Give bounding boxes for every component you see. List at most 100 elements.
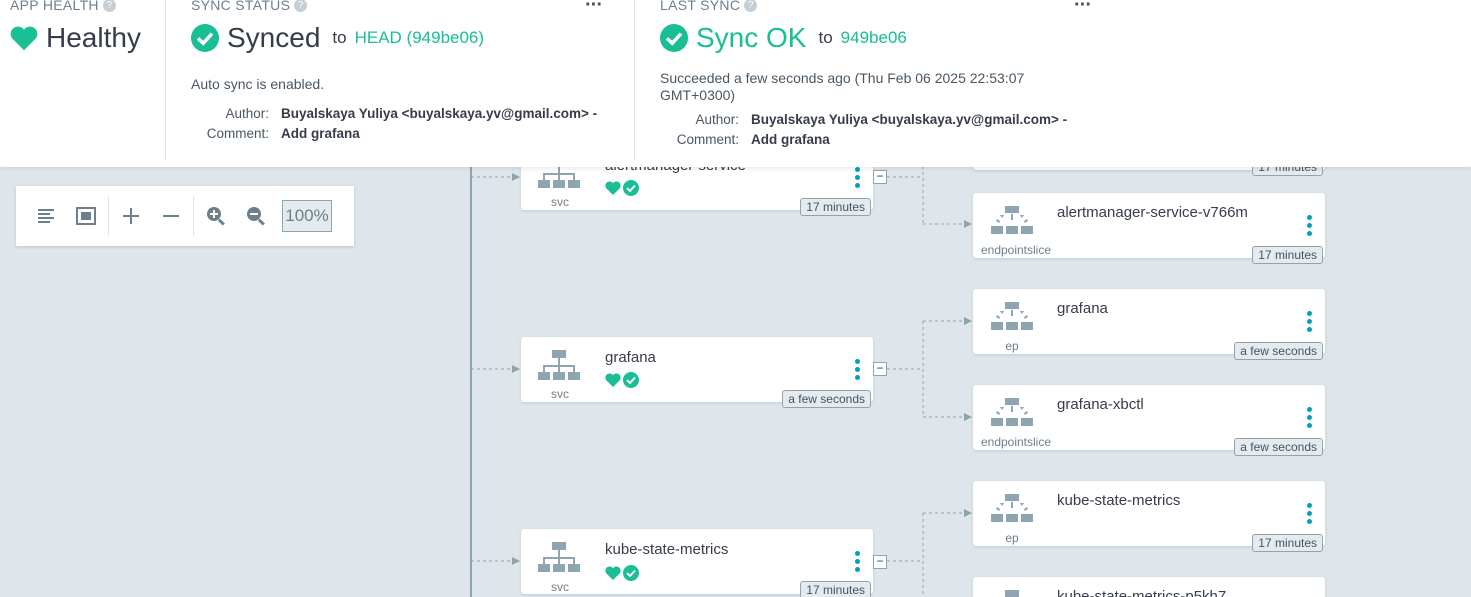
to-label: to <box>818 28 833 47</box>
graph-toolbar: 100% <box>16 186 354 246</box>
help-icon[interactable]: ? <box>294 0 308 12</box>
endpointslice-icon <box>991 206 1033 234</box>
last-sync-status: Sync OK to 949be06 <box>660 22 907 54</box>
status-icons <box>605 372 639 388</box>
sync-result-line1: Succeeded a few seconds ago (Thu Feb 06 … <box>660 70 1025 86</box>
last-sync-menu-button[interactable]: ··· <box>1074 0 1092 17</box>
align-left-icon <box>38 209 54 223</box>
help-icon[interactable]: ? <box>102 0 116 12</box>
resource-name: grafana <box>605 349 656 366</box>
divider <box>165 0 166 160</box>
healthy-heart-icon <box>605 566 621 580</box>
node-menu-button[interactable] <box>1307 407 1313 431</box>
health-status: Healthy <box>10 22 141 54</box>
section-title-text: LAST SYNC <box>660 0 741 13</box>
healthy-heart-icon <box>605 373 621 387</box>
divider <box>634 0 635 160</box>
child-node-grafana-endpointslice[interactable]: endpointslice grafana-xbctl a few second… <box>973 385 1325 456</box>
endpointslice-icon <box>1005 590 1019 597</box>
collapse-button[interactable]: − <box>873 362 887 376</box>
age-badge: a few seconds <box>782 390 871 408</box>
child-node-grafana-ep[interactable]: ep grafana a few seconds <box>973 289 1325 360</box>
help-icon[interactable]: ? <box>744 0 758 12</box>
sync-status: Synced to HEAD (949be06) <box>191 22 484 54</box>
node-menu-button[interactable] <box>1307 503 1313 527</box>
last-sync-title: LAST SYNC ? <box>660 0 758 13</box>
healthy-heart-icon <box>10 26 38 51</box>
author-value: Buyalskaya Yuliya <buyalskaya.yv@gmail.c… <box>281 106 598 121</box>
zoom-out-button[interactable] <box>236 196 276 236</box>
app-health-section: APP HEALTH ? Healthy <box>10 0 165 160</box>
align-left-button[interactable] <box>26 196 66 236</box>
sync-status-section: SYNC STATUS ? ··· Synced to HEAD (949be0… <box>191 0 631 160</box>
fit-screen-icon <box>76 207 96 225</box>
synced-check-icon <box>191 24 219 52</box>
toolbar-divider <box>108 196 109 236</box>
node-menu-button[interactable] <box>855 167 861 191</box>
node-menu-button[interactable] <box>1307 311 1313 335</box>
age-badge: 17 minutes <box>1252 534 1323 552</box>
child-node-alertmanager-endpointslice[interactable]: endpointslice alertmanager-service-v766m… <box>973 193 1325 264</box>
resource-name: alertmanager-service-v766m <box>1057 204 1248 221</box>
age-badge: 17 minutes <box>800 198 871 216</box>
expand-button[interactable] <box>111 196 151 236</box>
endpointslice-icon <box>991 398 1033 426</box>
zoom-out-icon <box>247 207 265 226</box>
node-menu-button[interactable] <box>1307 215 1313 239</box>
status-icons <box>605 565 639 581</box>
endpoints-icon <box>991 302 1033 330</box>
revision-link[interactable]: HEAD (949be06) <box>355 28 484 48</box>
resource-name: kube-state-metrics-p5kh7 <box>1057 588 1227 597</box>
resource-name: grafana-xbctl <box>1057 396 1144 413</box>
toolbar-divider <box>193 196 194 236</box>
endpoints-icon <box>991 494 1033 522</box>
section-title-text: APP HEALTH <box>10 0 99 13</box>
kind-label: endpointslice <box>980 435 1052 449</box>
success-check-icon <box>660 24 688 52</box>
author-value: Buyalskaya Yuliya <buyalskaya.yv@gmail.c… <box>751 112 1068 127</box>
to-label: to <box>332 28 347 47</box>
revision-link[interactable]: 949be06 <box>841 28 907 48</box>
sync-status-menu-button[interactable]: ··· <box>585 0 603 17</box>
app-status-panel: APP HEALTH ? Healthy SYNC STATUS ? ··· S… <box>0 0 1471 167</box>
kind-label: ep <box>1005 531 1019 545</box>
last-sync-section: LAST SYNC ? ··· Sync OK to 949be06 Succe… <box>660 0 1100 160</box>
age-badge: a few seconds <box>1234 342 1323 360</box>
status-icons <box>605 180 639 196</box>
zoom-level-display: 100% <box>282 200 332 232</box>
collapse-button[interactable]: − <box>873 170 887 184</box>
plus-icon <box>123 208 139 224</box>
resource-name: kube-state-metrics <box>1057 492 1181 509</box>
sync-status-title: SYNC STATUS ? <box>191 0 308 13</box>
comment-value: Add grafana <box>751 132 830 147</box>
author-row: Author: Buyalskaya Yuliya <buyalskaya.yv… <box>189 106 597 121</box>
age-badge: 17 minutes <box>1252 246 1323 264</box>
zoom-in-icon <box>207 207 225 226</box>
synced-check-icon <box>623 180 639 196</box>
last-sync-status-text: Sync OK <box>696 22 807 53</box>
section-title-text: SYNC STATUS <box>191 0 291 13</box>
service-node-grafana[interactable]: svc grafana a few seconds <box>521 337 873 408</box>
service-icon <box>538 542 580 572</box>
sync-status-text: Synced <box>227 22 321 53</box>
child-node-kube-state-metrics-ep[interactable]: ep kube-state-metrics 17 minutes <box>973 481 1325 552</box>
collapse-button[interactable]: − <box>873 555 887 569</box>
zoom-in-button[interactable] <box>196 196 236 236</box>
service-node-kube-state-metrics[interactable]: svc kube-state-metrics 17 minutes <box>521 529 873 597</box>
fit-to-screen-button[interactable] <box>66 196 106 236</box>
minus-icon <box>163 215 179 217</box>
node-menu-button[interactable] <box>855 359 861 383</box>
author-label: Author: <box>225 106 269 121</box>
sync-result-line2: GMT+0300) <box>660 87 736 103</box>
resource-name: grafana <box>1057 300 1108 317</box>
comment-label: Comment: <box>206 126 269 141</box>
age-badge: 17 minutes <box>800 581 871 597</box>
node-menu-button[interactable] <box>855 551 861 575</box>
comment-label: Comment: <box>676 132 739 147</box>
health-status-text: Healthy <box>46 22 141 53</box>
service-icon <box>538 350 580 380</box>
child-node-kube-state-metrics-endpointslice[interactable]: kube-state-metrics-p5kh7 <box>973 577 1325 597</box>
resource-name: kube-state-metrics <box>605 541 729 558</box>
author-label: Author: <box>695 112 739 127</box>
collapse-all-button[interactable] <box>151 196 191 236</box>
